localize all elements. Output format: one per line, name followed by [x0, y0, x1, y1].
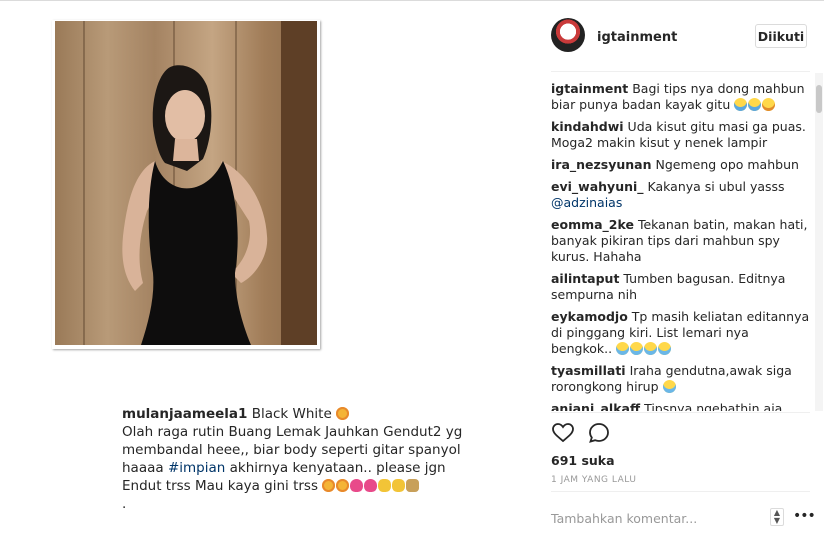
kiss-face-icon [336, 479, 350, 492]
comment-text: Tipsnya ngebathin aja [644, 401, 783, 411]
comment-item: evi_wahyuni_ Kakanya si ubul yasss @adzi… [551, 179, 811, 211]
kiss-face-icon [336, 407, 350, 420]
laugh-emoji-icon [658, 342, 672, 355]
comment-username[interactable]: eomma_2ke [551, 217, 634, 232]
comment-username[interactable]: igtainment [551, 81, 628, 96]
muscle-emoji-icon [378, 479, 392, 492]
comment-item: ailintaput Tumben bagusan. Editnya sempu… [551, 271, 811, 303]
header-username[interactable]: igtainment [597, 30, 677, 45]
comment-item: kindahdwi Uda kisut gitu masi ga puas. M… [551, 119, 811, 151]
heart-emoji-icon [350, 479, 364, 492]
laugh-emoji-icon [662, 380, 676, 393]
comment-username[interactable]: eykamodjo [551, 309, 628, 324]
comment-username[interactable]: anjani_alkaff [551, 401, 640, 411]
like-count[interactable]: 691 suka [551, 453, 615, 468]
comment-username[interactable]: ira_nezsyunan [551, 157, 652, 172]
comment-icon[interactable] [587, 421, 611, 445]
comment-item: anjani_alkaff Tipsnya ngebathin aja [551, 401, 811, 411]
comments-divider [551, 412, 810, 413]
header-divider [551, 71, 810, 72]
medal-emoji-icon [406, 479, 420, 492]
comment-item: eykamodjo Tp masih keliatan editannya di… [551, 309, 811, 357]
heart-emoji-icon [364, 479, 378, 492]
woman-figure [122, 65, 268, 345]
avatar[interactable] [551, 18, 585, 52]
smile-emoji-icon [762, 98, 776, 111]
scream-emoji-icon [734, 98, 748, 111]
comment-mention[interactable]: @adzinaias [551, 195, 622, 210]
comment-text: Kakanya si ubul yasss [647, 179, 785, 194]
more-icon[interactable]: ••• [793, 508, 816, 524]
comment-username[interactable]: ailintaput [551, 271, 619, 286]
post-photo[interactable] [55, 21, 317, 345]
comment-item: ira_nezsyunan Ngemeng opo mahbun [551, 157, 811, 173]
comment-username[interactable]: evi_wahyuni_ [551, 179, 644, 194]
caption-hashtag[interactable]: #impian [168, 460, 225, 476]
laugh-emoji-icon [616, 342, 630, 355]
sort-icon[interactable]: ▲ ▼ [770, 508, 784, 526]
post-header: igtainment Diikuti [535, 1, 824, 71]
caption-line4: . [122, 496, 127, 512]
comment-item: eomma_2ke Tekanan batin, makan hati, ban… [551, 217, 811, 265]
laugh-emoji-icon [630, 342, 644, 355]
caption-line1: Black White [251, 406, 332, 422]
comment-list[interactable]: igtainment Bagi tips nya dong mahbun bia… [551, 81, 811, 411]
heart-icon[interactable] [551, 421, 575, 445]
footer-divider [551, 491, 810, 492]
comment-item: tyasmillati Iraha gendutna,awak siga ror… [551, 363, 811, 395]
kiss-face-icon [322, 479, 336, 492]
caption-username[interactable]: mulanjaameela1 [122, 406, 247, 422]
comment-text: Ngemeng opo mahbun [655, 157, 799, 172]
post-side-panel: igtainment Diikuti igtainment Bagi tips … [535, 1, 824, 541]
laugh-emoji-icon [644, 342, 658, 355]
post-caption: mulanjaameela1 Black White Olah raga rut… [122, 405, 482, 513]
muscle-emoji-icon [392, 479, 406, 492]
post-timestamp[interactable]: 1 JAM YANG LALU [551, 475, 636, 485]
scrollbar-thumb[interactable] [816, 85, 822, 113]
comment-username[interactable]: kindahdwi [551, 119, 624, 134]
comment-item: igtainment Bagi tips nya dong mahbun bia… [551, 81, 811, 113]
comment-username[interactable]: tyasmillati [551, 363, 626, 378]
comment-scrollbar[interactable] [815, 73, 823, 411]
add-comment-input[interactable]: Tambahkan komentar... [551, 511, 697, 526]
following-button[interactable]: Diikuti [755, 24, 807, 48]
scream-emoji-icon [748, 98, 762, 111]
